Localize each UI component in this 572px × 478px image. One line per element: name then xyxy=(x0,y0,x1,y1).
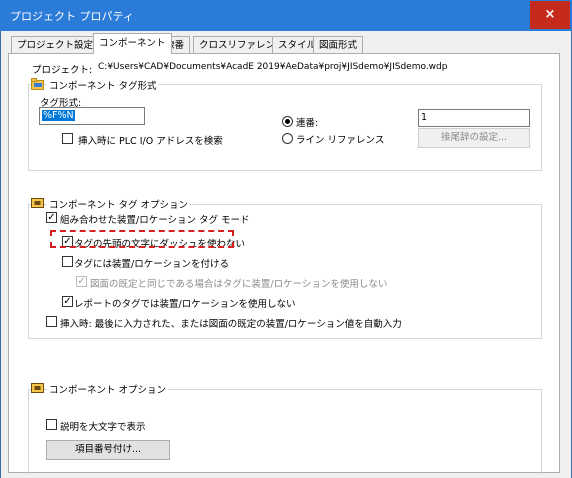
tab-components[interactable]: コンポーネント xyxy=(93,33,172,54)
tab-project-settings[interactable]: プロジェクト設定 xyxy=(11,36,100,53)
tag-options-title: コンポーネント タグ オプション xyxy=(47,197,191,211)
combined-mode-label: 組み合わせた装置/ロケーション タグ モード xyxy=(60,215,250,226)
tag-format-input[interactable]: %F%N xyxy=(39,107,145,125)
window-title: プロジェクト プロパティ xyxy=(10,10,134,23)
highlight-annotation xyxy=(50,230,234,248)
tab-drawing-format[interactable]: 図面形式 xyxy=(313,36,364,53)
search-plc-label: 挿入時に PLC I/O アドレスを検索 xyxy=(78,136,223,147)
uppercase-description-label: 説明を大文字で表示 xyxy=(60,422,146,433)
close-button[interactable]: × xyxy=(530,1,570,29)
sequential-label: 連番: xyxy=(296,118,319,129)
project-label: プロジェクト: xyxy=(32,65,93,76)
sequential-start-input[interactable]: 1 xyxy=(418,109,530,127)
folder-tag-icon xyxy=(31,78,44,90)
uppercase-description-checkbox[interactable] xyxy=(46,419,57,430)
tag-format-value: %F%N xyxy=(42,110,75,121)
add-location-label: タグには装置/ロケーションを付ける xyxy=(74,259,230,270)
add-location-checkbox[interactable] xyxy=(62,256,73,267)
auto-fill-checkbox[interactable] xyxy=(46,316,57,327)
same-default-label: 図面の既定と同じである場合はタグに装置/ロケーションを使用しない xyxy=(90,279,388,290)
item-numbering-button[interactable]: 項目番号付け... xyxy=(46,440,170,460)
component-group-icon xyxy=(31,198,44,208)
component-group-icon xyxy=(31,383,44,393)
auto-fill-label: 挿入時: 最後に入力された、または図面の既定の装置/ロケーション値を自動入力 xyxy=(60,319,402,330)
project-path: C:¥Users¥CAD¥Documents¥AcadE 2019¥AeData… xyxy=(98,62,448,72)
line-reference-radio[interactable] xyxy=(282,133,293,144)
combined-mode-checkbox[interactable]: ✓ xyxy=(46,212,57,223)
line-reference-label: ライン リファレンス xyxy=(296,135,385,146)
suffix-settings-button[interactable]: 接尾辞の設定... xyxy=(418,128,530,148)
search-plc-checkbox[interactable] xyxy=(62,133,73,144)
component-options-title: コンポーネント オプション xyxy=(47,382,169,396)
tag-format-title: コンポーネント タグ形式 xyxy=(47,78,159,92)
sequential-radio[interactable] xyxy=(282,116,293,127)
title-bar: プロジェクト プロパティ × xyxy=(0,0,572,31)
report-tags-checkbox[interactable]: ✓ xyxy=(62,296,73,307)
report-tags-label: レポートのタグでは装置/ロケーションを使用しない xyxy=(74,299,296,310)
same-default-checkbox[interactable]: ✓ xyxy=(76,276,87,287)
